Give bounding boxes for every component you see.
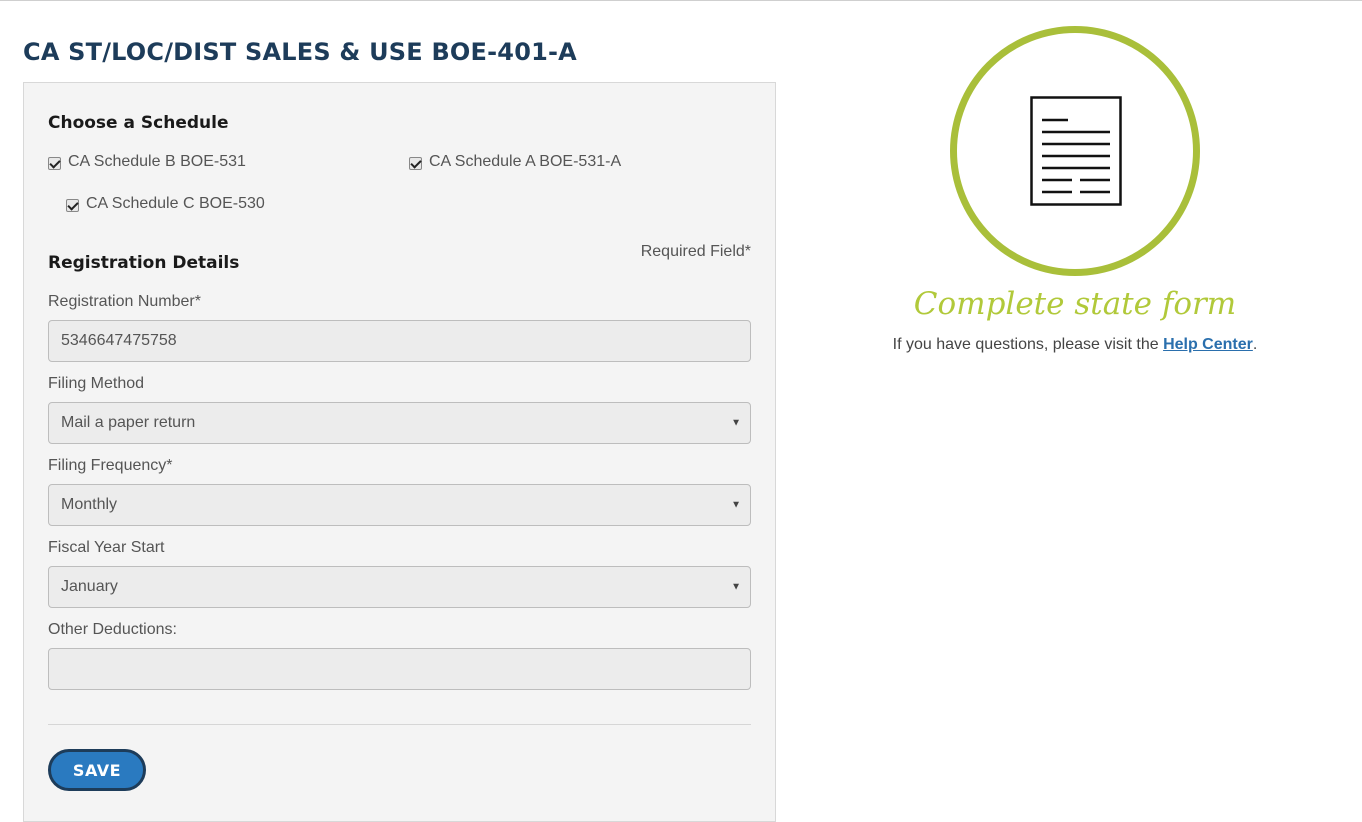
page-title: CA ST/LOC/DIST SALES & USE BOE-401-A xyxy=(23,38,577,66)
chevron-down-icon: ▼ xyxy=(731,417,741,429)
document-icon xyxy=(1030,96,1122,206)
filing-method-select[interactable]: Mail a paper return ▼ xyxy=(48,402,751,444)
other-deductions-input[interactable] xyxy=(48,648,751,690)
filing-frequency-label: Filing Frequency* xyxy=(48,457,173,474)
schedule-c-checkbox[interactable]: CA Schedule C BOE-530 xyxy=(66,195,265,213)
chevron-down-icon: ▼ xyxy=(731,581,741,593)
filing-frequency-select[interactable]: Monthly ▼ xyxy=(48,484,751,526)
help-center-link[interactable]: Help Center xyxy=(1163,336,1253,353)
complete-form-title: Complete state form xyxy=(913,286,1237,322)
required-field-note: Required Field* xyxy=(640,243,751,260)
schedule-heading: Choose a Schedule xyxy=(48,113,229,133)
checkbox-checked-icon[interactable] xyxy=(48,157,61,170)
registration-number-label: Registration Number* xyxy=(48,293,201,310)
registration-number-value: 5346647475758 xyxy=(61,332,177,349)
filing-frequency-value: Monthly xyxy=(61,496,118,513)
schedule-b-checkbox[interactable]: CA Schedule B BOE-531 xyxy=(48,153,246,171)
schedule-a-label: CA Schedule A BOE-531-A xyxy=(429,153,622,170)
form-divider xyxy=(48,724,751,725)
help-message: If you have questions, please visit the … xyxy=(800,336,1350,354)
schedule-a-checkbox[interactable]: CA Schedule A BOE-531-A xyxy=(409,153,621,171)
fiscal-year-select[interactable]: January ▼ xyxy=(48,566,751,608)
other-deductions-label: Other Deductions: xyxy=(48,621,177,638)
schedule-c-label: CA Schedule C BOE-530 xyxy=(86,195,265,212)
help-suffix: . xyxy=(1252,336,1258,353)
info-sidebar: Complete state form If you have question… xyxy=(800,0,1350,400)
filing-method-label: Filing Method xyxy=(48,375,145,392)
schedule-b-label: CA Schedule B BOE-531 xyxy=(68,153,246,170)
registration-number-input[interactable]: 5346647475758 xyxy=(48,320,751,362)
fiscal-year-value: January xyxy=(61,578,118,595)
checkbox-checked-icon[interactable] xyxy=(409,157,422,170)
filing-method-value: Mail a paper return xyxy=(61,414,196,431)
help-prefix: If you have questions, please visit the xyxy=(892,336,1164,353)
registration-heading: Registration Details xyxy=(48,253,240,273)
checkbox-checked-icon[interactable] xyxy=(66,199,79,212)
form-panel: Choose a Schedule CA Schedule B BOE-531 … xyxy=(23,82,776,822)
save-button[interactable]: SAVE xyxy=(48,749,146,791)
fiscal-year-label: Fiscal Year Start xyxy=(48,539,165,556)
chevron-down-icon: ▼ xyxy=(731,499,741,511)
